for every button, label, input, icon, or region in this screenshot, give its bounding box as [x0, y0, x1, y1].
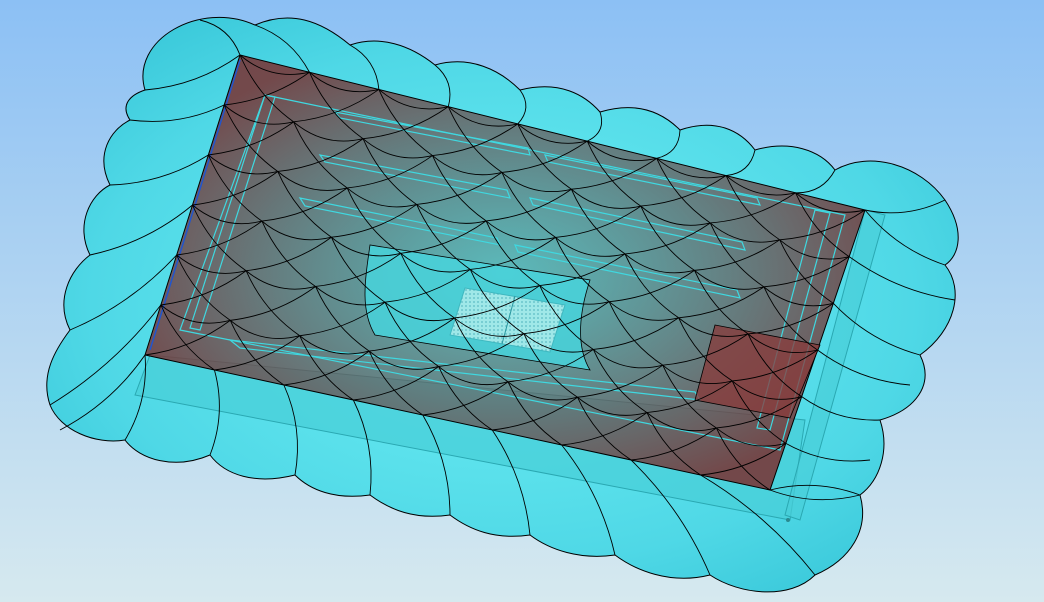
vertex-marker: [786, 518, 790, 522]
mesh-model-view[interactable]: [0, 0, 1044, 602]
cad-3d-viewport[interactable]: [0, 0, 1044, 602]
